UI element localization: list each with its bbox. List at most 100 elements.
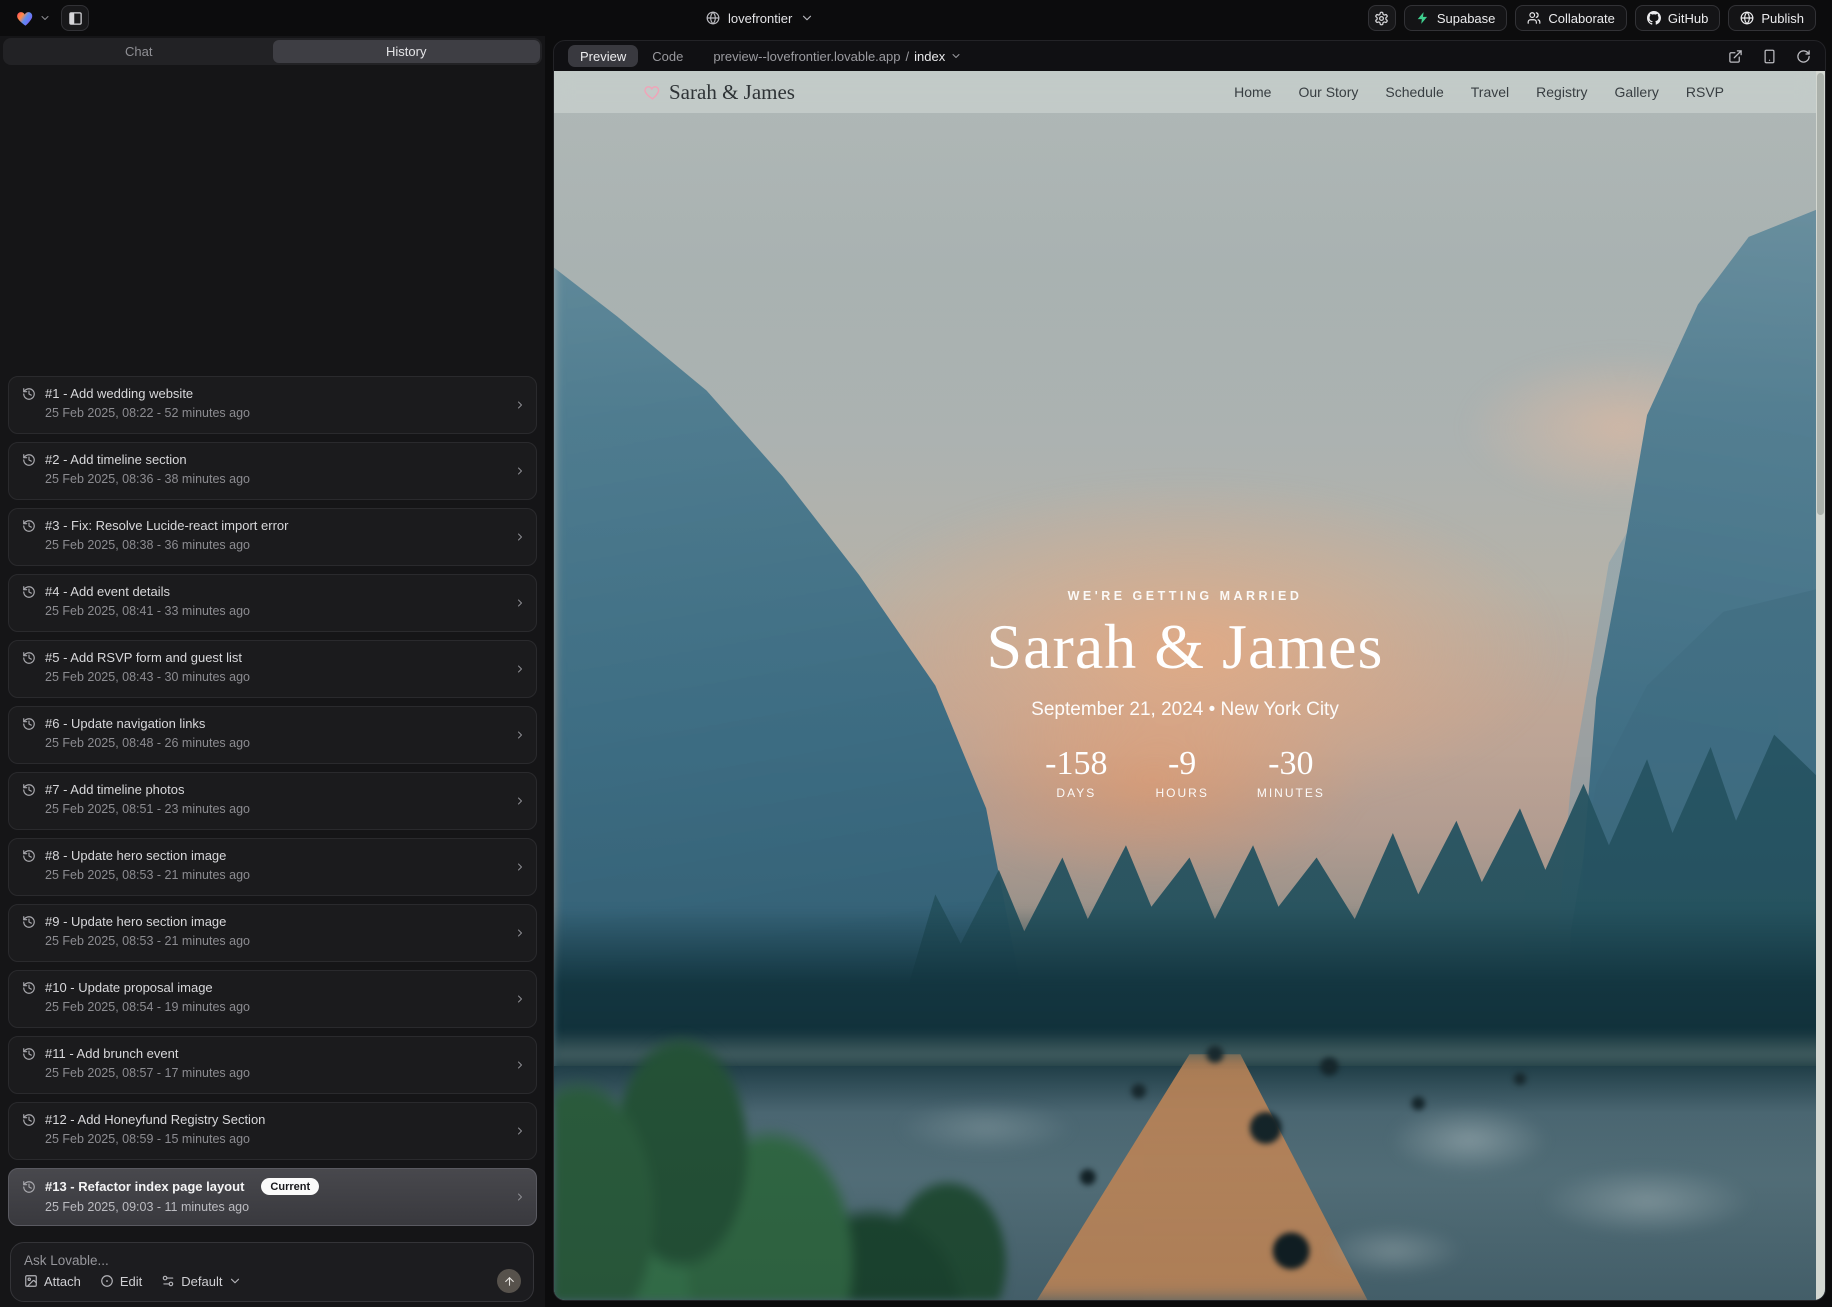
composer-toolbar: Attach Edit Default [24,1269,521,1293]
chevron-right-icon[interactable] [514,729,526,741]
history-item-title: #5 - Add RSVP form and guest list [45,650,242,665]
chevron-right-icon[interactable] [514,1125,526,1137]
publish-button[interactable]: Publish [1728,5,1816,31]
site-nav-link[interactable]: Schedule [1385,84,1443,100]
edit-button[interactable]: Edit [100,1274,142,1289]
countdown-value: -158 [1045,747,1107,781]
countdown: -158 DAYS -9 HOURS -30 MINUTES [554,747,1816,800]
lovable-logo-menu[interactable] [16,9,51,28]
supabase-button[interactable]: Supabase [1404,5,1508,31]
history-item-title: #8 - Update hero section image [45,848,226,863]
chevron-right-icon[interactable] [514,861,526,873]
history-item-timestamp: 25 Feb 2025, 08:59 - 15 minutes ago [45,1132,506,1146]
preview-panel: Preview Code preview--lovefrontier.lovab… [553,40,1826,1301]
hero-date-location: September 21, 2024 • New York City [554,699,1816,721]
history-item[interactable]: #9 - Update hero section image 25 Feb 20… [8,904,537,962]
history-item-timestamp: 25 Feb 2025, 08:54 - 19 minutes ago [45,1000,506,1014]
project-selector[interactable]: lovefrontier [706,0,814,36]
hero-title: Sarah & James [554,615,1816,679]
history-item[interactable]: #4 - Add event details 25 Feb 2025, 08:4… [8,574,537,632]
attach-button[interactable]: Attach [24,1274,81,1289]
history-item-title: #7 - Add timeline photos [45,782,184,797]
tab-history[interactable]: History [273,40,541,63]
chevron-right-icon[interactable] [514,1059,526,1071]
chevron-right-icon[interactable] [514,993,526,1005]
history-item[interactable]: #1 - Add wedding website 25 Feb 2025, 08… [8,376,537,434]
chevron-right-icon[interactable] [514,1191,526,1203]
preview-url[interactable]: preview--lovefrontier.lovable.app / inde… [713,49,962,64]
site-nav-link[interactable]: RSVP [1686,84,1724,100]
mode-selector[interactable]: Default [161,1274,242,1289]
chat-history-panel: Chat History #1 - Add wedding website 25… [0,36,545,1307]
countdown-label: HOURS [1155,786,1208,800]
history-icon [22,1180,36,1194]
sidebar-toggle-button[interactable] [61,5,89,31]
history-item[interactable]: #13 - Refactor index page layout Current… [8,1168,537,1226]
history-item-title: #4 - Add event details [45,584,170,599]
lovable-heart-icon [16,9,35,28]
site-nav-link[interactable]: Travel [1471,84,1509,100]
site-logo-text: Sarah & James [669,80,795,105]
site-nav-link[interactable]: Our Story [1298,84,1358,100]
smartphone-icon[interactable] [1762,49,1777,64]
chevron-right-icon[interactable] [514,531,526,543]
history-item-title: #11 - Add brunch event [45,1046,178,1061]
history-icon [22,387,36,401]
history-icon [22,717,36,731]
history-item[interactable]: #5 - Add RSVP form and guest list 25 Feb… [8,640,537,698]
hero-eyebrow: WE'RE GETTING MARRIED [554,589,1816,603]
history-item[interactable]: #8 - Update hero section image 25 Feb 20… [8,838,537,896]
history-item[interactable]: #7 - Add timeline photos 25 Feb 2025, 08… [8,772,537,830]
external-link-icon[interactable] [1728,49,1743,64]
tab-chat[interactable]: Chat [5,40,273,63]
history-item-timestamp: 25 Feb 2025, 08:43 - 30 minutes ago [45,670,506,684]
tab-code[interactable]: Code [652,49,683,64]
site-scrollbar[interactable] [1816,71,1825,1300]
chevron-right-icon[interactable] [514,663,526,675]
target-icon [100,1274,114,1288]
refresh-icon[interactable] [1796,49,1811,64]
scrollbar-thumb[interactable] [1817,73,1824,515]
history-item[interactable]: #12 - Add Honeyfund Registry Section 25 … [8,1102,537,1160]
history-item-timestamp: 25 Feb 2025, 08:22 - 52 minutes ago [45,406,506,420]
tab-preview[interactable]: Preview [568,45,638,67]
chevron-right-icon[interactable] [514,927,526,939]
site-nav-link[interactable]: Gallery [1615,84,1659,100]
chevron-right-icon[interactable] [514,465,526,477]
edit-label: Edit [120,1274,142,1289]
history-item[interactable]: #11 - Add brunch event 25 Feb 2025, 08:5… [8,1036,537,1094]
collaborate-button[interactable]: Collaborate [1515,5,1627,31]
chevron-down-icon [950,50,962,62]
history-item[interactable]: #2 - Add timeline section 25 Feb 2025, 0… [8,442,537,500]
attach-label: Attach [44,1274,81,1289]
history-item[interactable]: #6 - Update navigation links 25 Feb 2025… [8,706,537,764]
github-button[interactable]: GitHub [1635,5,1720,31]
history-item[interactable]: #3 - Fix: Resolve Lucide-react import er… [8,508,537,566]
panel-left-icon [68,11,83,26]
history-icon [22,1047,36,1061]
site-logo[interactable]: Sarah & James [644,80,795,105]
mode-label: Default [181,1274,222,1289]
site-nav-link[interactable]: Registry [1536,84,1587,100]
sliders-icon [161,1274,175,1288]
history-item[interactable]: #10 - Update proposal image 25 Feb 2025,… [8,970,537,1028]
send-button[interactable] [497,1269,521,1293]
top-bar: lovefrontier Supabase Collaborate GitHub [0,0,1832,36]
current-badge: Current [261,1178,319,1195]
history-item-timestamp: 25 Feb 2025, 08:36 - 38 minutes ago [45,472,506,486]
site-nav-link[interactable]: Home [1234,84,1271,100]
chevron-right-icon[interactable] [514,399,526,411]
countdown-label: MINUTES [1257,786,1325,800]
chat-input[interactable] [24,1253,520,1268]
chevron-right-icon[interactable] [514,597,526,609]
history-icon [22,453,36,467]
github-label: GitHub [1668,11,1708,26]
history-item-timestamp: 25 Feb 2025, 08:51 - 23 minutes ago [45,802,506,816]
gear-icon [1374,11,1389,26]
site-header: Sarah & James Home Our Story Schedule Trave… [554,71,1816,113]
chevron-right-icon[interactable] [514,795,526,807]
history-item-timestamp: 25 Feb 2025, 08:57 - 17 minutes ago [45,1066,506,1080]
settings-button[interactable] [1368,5,1396,31]
chevron-down-icon [800,11,814,25]
preview-toolbar: Preview Code preview--lovefrontier.lovab… [554,41,1825,71]
